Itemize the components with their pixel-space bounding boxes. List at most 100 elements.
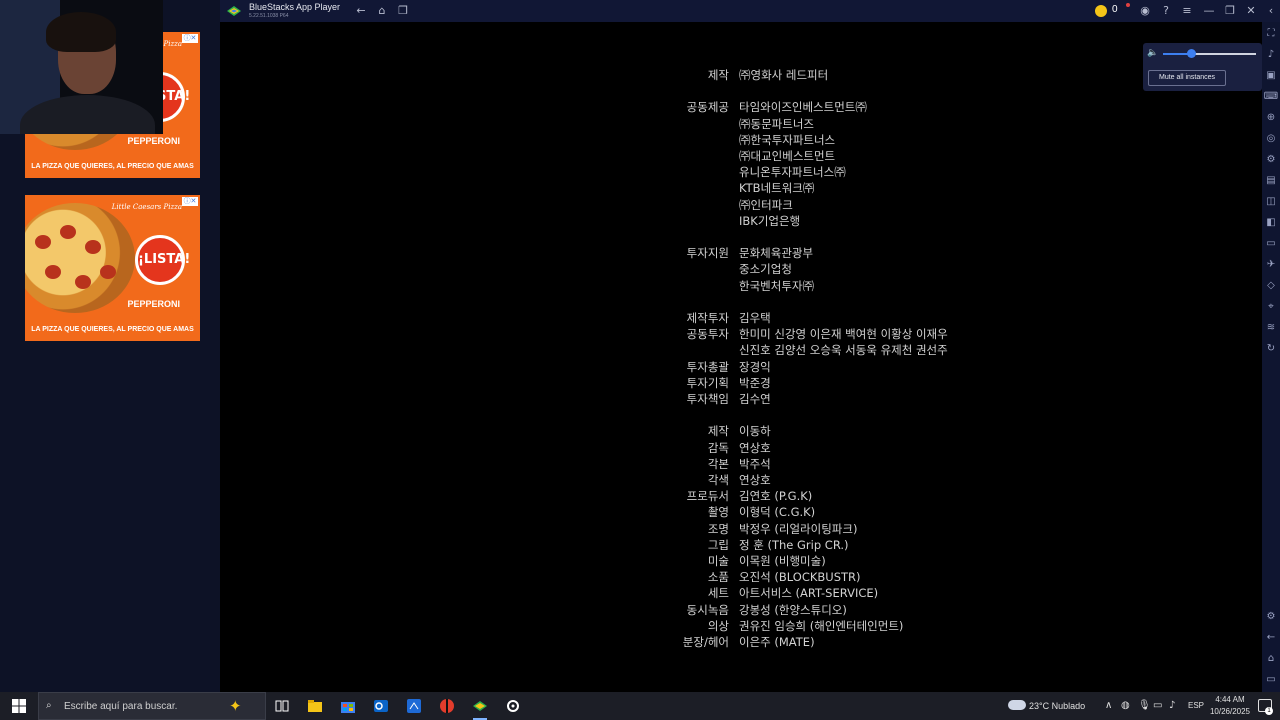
steelseries-icon[interactable]: [505, 698, 521, 714]
volume-slider[interactable]: [1163, 53, 1256, 55]
credit-name: 권유진 임승희 (해인엔터테인먼트): [739, 618, 904, 633]
speaker-icon[interactable]: 🔈: [1147, 47, 1159, 59]
account-icon[interactable]: ◉: [1137, 3, 1153, 19]
volume-icon[interactable]: ♪: [1263, 47, 1279, 63]
credit-role: 제작: [707, 424, 729, 439]
bluestacks-taskbar-icon[interactable]: [472, 698, 488, 714]
credit-name: 이은주 (MATE): [739, 635, 815, 649]
title-bar: BlueStacks App Player 5.22.51.1038 P64 ←…: [220, 0, 1280, 22]
multi-instance-icon[interactable]: ❐: [395, 3, 411, 19]
credit-name: 김수연: [739, 392, 771, 406]
record-icon[interactable]: ◧: [1263, 215, 1279, 231]
credit-role: 그립: [707, 537, 729, 552]
credit-role: 미술: [707, 554, 729, 568]
credit-name: 이목원 (비행미술): [739, 554, 826, 568]
taskbar-search[interactable]: ⌕ Escribe aquí para buscar. ✦: [38, 692, 266, 720]
task-view-icon[interactable]: [274, 698, 290, 714]
mute-all-instances-button[interactable]: Mute all instances: [1148, 70, 1226, 86]
chevron-up-icon[interactable]: ∧: [1105, 700, 1112, 712]
notification-count: 1: [1265, 707, 1273, 715]
credit-name: 정 훈 (The Grip CR.): [739, 537, 849, 552]
store-icon[interactable]: [340, 698, 356, 714]
credit-role: 촬영: [707, 505, 729, 520]
screen-icon[interactable]: ▣: [1263, 68, 1279, 84]
keyboard-icon[interactable]: ⌨: [1263, 89, 1279, 105]
credit-role: 의상: [707, 618, 729, 633]
app-title: BlueStacks App Player: [249, 2, 341, 12]
volume-slider-thumb[interactable]: [1186, 49, 1196, 58]
gamepad-icon[interactable]: ⊕: [1263, 110, 1279, 126]
sync-icon[interactable]: ↻: [1263, 341, 1279, 357]
android-home-icon[interactable]: ⌂: [1263, 651, 1279, 667]
credit-name: 김연호 (P.G.K): [739, 489, 813, 504]
ad-close-icon[interactable]: ⓘ✕: [182, 197, 198, 206]
location-icon[interactable]: ⌖: [1263, 299, 1279, 315]
fullscreen-icon[interactable]: ⛶: [1263, 26, 1279, 42]
windows-start-icon[interactable]: [12, 699, 26, 713]
ad-badge: ¡LISTA!: [135, 235, 190, 285]
credit-role: 각색: [707, 473, 729, 487]
layers-icon[interactable]: ≋: [1263, 320, 1279, 336]
credit-name: 강봉성 (한양스튜디오): [739, 602, 847, 617]
controls-icon[interactable]: ⚙: [1263, 152, 1279, 168]
clock-date[interactable]: 10/26/2025: [1205, 707, 1255, 716]
microphone-icon[interactable]: 🎙: [1138, 700, 1151, 712]
screenshot-icon[interactable]: ◫: [1263, 194, 1279, 210]
credit-role: 투자기획: [686, 375, 729, 390]
network-icon[interactable]: ▭: [1153, 700, 1162, 712]
emulator-screen[interactable]: 제작 ㈜영화사 레드피터 공동제공 타임와이즈인베스트먼트㈜ ㈜동문파트너즈 ㈜한국투자파…: [220, 22, 1262, 692]
ad-promo: LA PIZZA QUE QUIERES, AL PRECIO QUE AMAS: [31, 163, 194, 170]
minimize-icon[interactable]: —: [1201, 3, 1217, 19]
language-indicator[interactable]: ESP: [1188, 701, 1204, 710]
back-icon[interactable]: ←: [353, 3, 369, 19]
weather-text[interactable]: 23°C Nublado: [1029, 701, 1085, 711]
settings-icon[interactable]: ⚙: [1263, 609, 1279, 625]
credit-role: 제작투자: [686, 311, 729, 325]
android-back-icon[interactable]: ←: [1263, 630, 1279, 646]
help-icon[interactable]: ?: [1158, 3, 1174, 19]
credit-name: ㈜대교인베스트먼트: [739, 149, 836, 163]
ad-close-icon[interactable]: ⓘ✕: [182, 34, 198, 43]
file-explorer-icon[interactable]: [307, 698, 323, 714]
android-recents-icon[interactable]: ▭: [1263, 672, 1279, 688]
media-app-icon[interactable]: [439, 698, 455, 714]
search-placeholder: Escribe aquí para buscar.: [64, 701, 178, 712]
airplane-icon[interactable]: ✈: [1263, 257, 1279, 273]
pizza-image: [25, 203, 135, 313]
ad-product: PEPPERONI: [127, 136, 180, 146]
media-folder-icon[interactable]: ▭: [1263, 236, 1279, 252]
credit-name: KTB네트워크㈜: [739, 181, 815, 196]
credit-name: 박정우 (리얼라이팅파크): [739, 521, 858, 536]
search-icon: ⌕: [46, 700, 52, 711]
credit-role: 감독: [707, 440, 729, 455]
credit-name: 한미미 신강영 이은재 백여현 이황상 이재우: [739, 327, 948, 342]
home-icon[interactable]: ⌂: [374, 3, 390, 19]
ad-promo: LA PIZZA QUE QUIERES, AL PRECIO QUE AMAS: [31, 326, 194, 333]
credit-name: 박준경: [739, 375, 771, 390]
ad-banner[interactable]: Little Caesars Pizza ¡LISTA! PEPPERONI L…: [25, 195, 200, 341]
close-icon[interactable]: ✕: [1243, 3, 1259, 19]
credit-role: 투자지원: [686, 246, 729, 261]
credit-role: 프로듀서: [686, 489, 729, 504]
collapse-sidebar-icon[interactable]: ‹: [1263, 3, 1279, 19]
credit-name: ㈜인터파크: [739, 197, 793, 212]
cloud-icon: [1008, 700, 1026, 710]
app-tray-icon[interactable]: ◍: [1121, 700, 1130, 712]
outlook-icon[interactable]: [373, 698, 389, 714]
performance-icon[interactable]: ▤: [1263, 173, 1279, 189]
credit-name: 신진호 김양선 오승욱 서동욱 유제천 권선주: [739, 343, 948, 358]
speaker-icon[interactable]: ♪: [1169, 700, 1175, 712]
clock-time[interactable]: 4:44 AM: [1205, 695, 1255, 704]
coin-icon[interactable]: [1095, 5, 1107, 17]
credit-role: 투자총괄: [686, 359, 729, 374]
menu-icon[interactable]: ≡: [1179, 3, 1195, 19]
eco-mode-icon[interactable]: ◇: [1263, 278, 1279, 294]
app-icon[interactable]: [406, 698, 422, 714]
credit-name: 문화체육관광부: [739, 246, 814, 261]
notification-dot: [1126, 3, 1130, 7]
restore-icon[interactable]: ❐: [1222, 3, 1238, 19]
copilot-sparkle-icon[interactable]: ✦: [229, 698, 242, 714]
macro-icon[interactable]: ◎: [1263, 131, 1279, 147]
right-toolbar: ⛶ ♪ ▣ ⌨ ⊕ ◎ ⚙ ▤ ◫ ◧ ▭ ✈ ◇ ⌖ ≋ ↻ ⚙ ← ⌂ ▭: [1262, 22, 1280, 692]
credit-role: 분장/헤어: [682, 635, 729, 649]
